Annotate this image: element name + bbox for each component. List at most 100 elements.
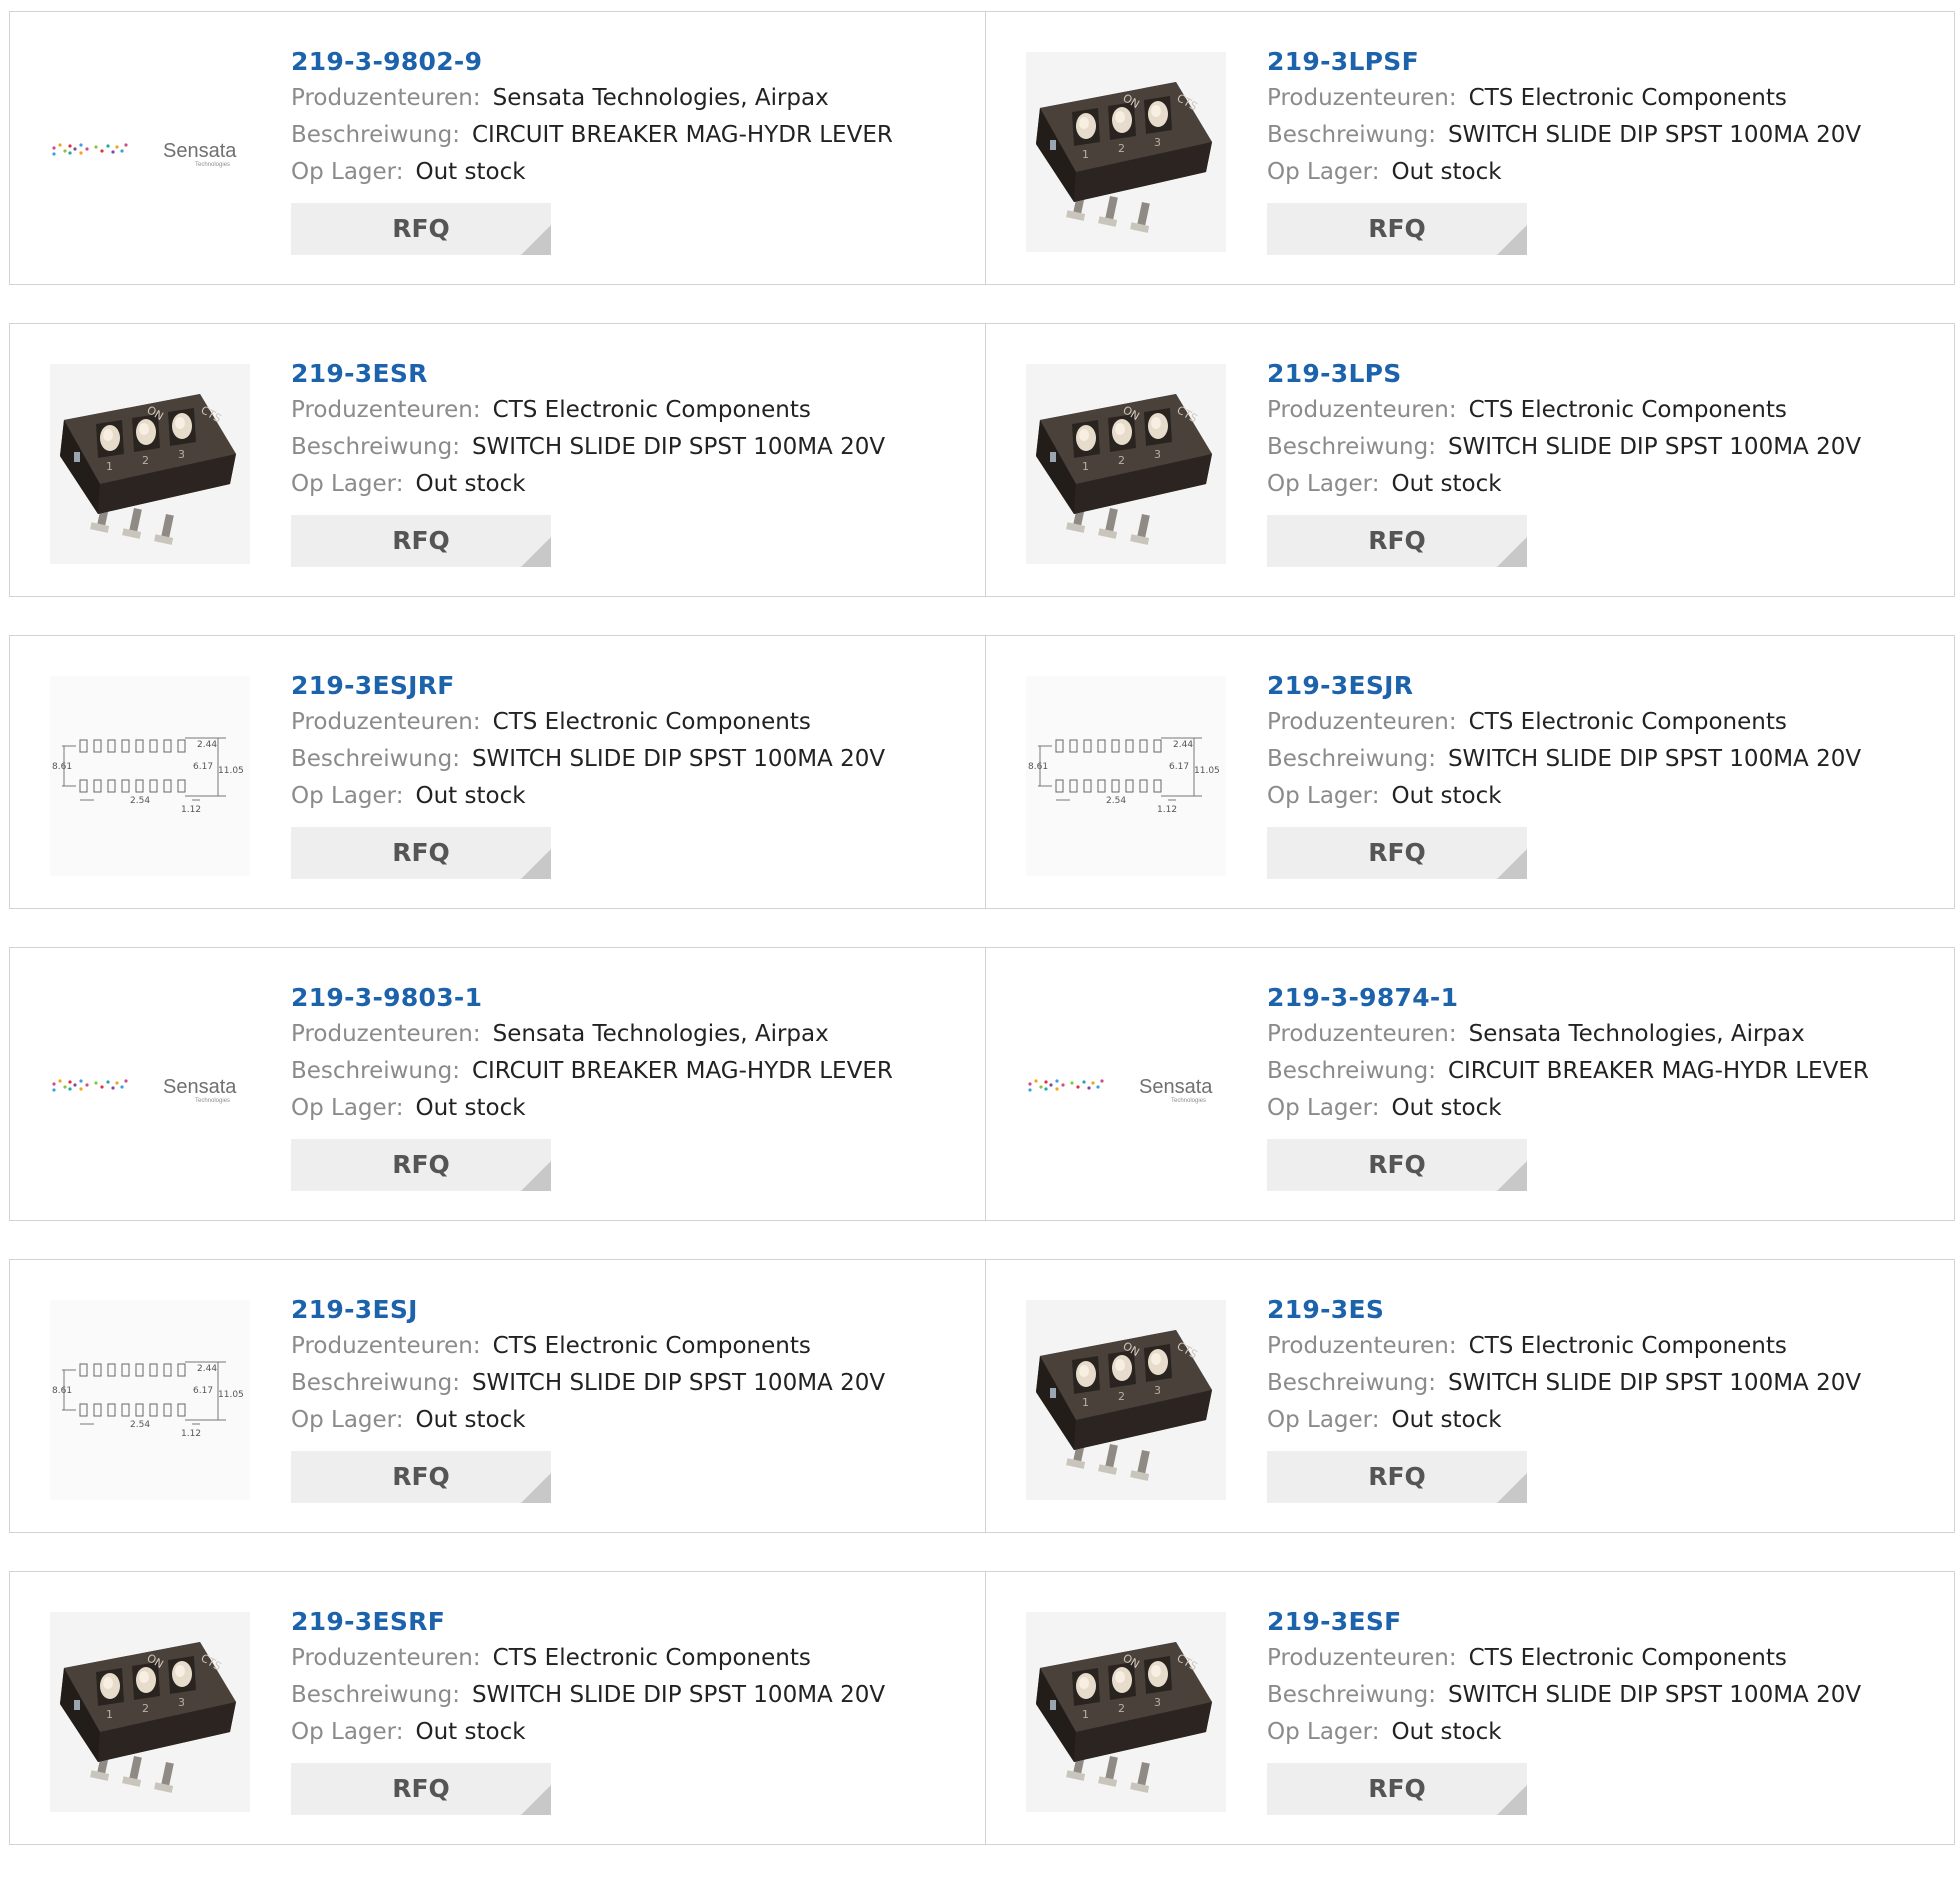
stock-value: Out stock	[1391, 1095, 1502, 1121]
description-label: Beschreiwung:	[291, 746, 460, 772]
dim-label: 1.12	[181, 1429, 201, 1439]
product-image[interactable]: 1 2 3 ON CTS	[1026, 364, 1226, 564]
product-row: Sensata Technologies 219-3-9802-9 Produz…	[9, 11, 1955, 285]
dip-switch-image: 1 2 3 ON CTS	[1026, 1612, 1226, 1812]
rfq-button[interactable]: RFQ	[291, 827, 551, 879]
part-number-link[interactable]: 219-3-9803-1	[291, 980, 893, 1016]
description-label: Beschreiwung:	[291, 1370, 460, 1396]
corner-decoration	[1497, 225, 1527, 255]
manufacturer-line: Produzenteuren: CTS Electronic Components	[1267, 1328, 1861, 1365]
description-label: Beschreiwung:	[291, 122, 460, 148]
product-card: 1 2 3 ON CTS 219-3LPS Produzenteuren: CTS…	[986, 323, 1955, 597]
part-number-link[interactable]: 219-3ES	[1267, 1292, 1861, 1328]
part-number-link[interactable]: 219-3ESJ	[291, 1292, 885, 1328]
dim-label: 11.05	[1194, 766, 1220, 776]
rfq-button[interactable]: RFQ	[1267, 203, 1527, 255]
stock-line: Op Lager: Out stock	[291, 1714, 885, 1751]
rfq-button[interactable]: RFQ	[1267, 1139, 1527, 1191]
pin1-marker	[1050, 140, 1056, 150]
manufacturer-line: Produzenteuren: CTS Electronic Components	[1267, 80, 1861, 117]
sensata-brand-text: Sensata	[163, 140, 237, 162]
manufacturer-value: CTS Electronic Components	[1468, 1645, 1787, 1671]
manufacturer-value: CTS Electronic Components	[1468, 397, 1787, 423]
rfq-button[interactable]: RFQ	[1267, 827, 1527, 879]
product-image[interactable]: Sensata Technologies	[1026, 988, 1226, 1188]
product-image[interactable]: 1 2 3 ON CTS	[1026, 1612, 1226, 1812]
rfq-button-label: RFQ	[1368, 838, 1426, 867]
rfq-button-label: RFQ	[1368, 214, 1426, 243]
part-number-link[interactable]: 219-3ESJR	[1267, 668, 1861, 704]
description-line: Beschreiwung: SWITCH SLIDE DIP SPST 100MA…	[291, 741, 885, 778]
description-line: Beschreiwung: SWITCH SLIDE DIP SPST 100MA…	[291, 1365, 885, 1402]
product-image[interactable]: 2.44 8.61 6.17 11.05 2.54 1.12	[50, 1300, 250, 1500]
rfq-button[interactable]: RFQ	[1267, 1451, 1527, 1503]
part-number-link[interactable]: 219-3ESRF	[291, 1604, 885, 1640]
part-number-link[interactable]: 219-3LPS	[1267, 356, 1861, 392]
manufacturer-value: CTS Electronic Components	[1468, 1333, 1787, 1359]
product-image[interactable]: 2.44 8.61 6.17 11.05 2.54 1.12	[50, 676, 250, 876]
rfq-button[interactable]: RFQ	[291, 203, 551, 255]
description-label: Beschreiwung:	[291, 1682, 460, 1708]
svg-text:1: 1	[1082, 460, 1089, 473]
rfq-button[interactable]: RFQ	[291, 1763, 551, 1815]
part-number-link[interactable]: 219-3ESJRF	[291, 668, 885, 704]
dim-label: 8.61	[52, 1386, 72, 1396]
stock-line: Op Lager: Out stock	[1267, 1402, 1861, 1439]
product-image[interactable]: 2.44 8.61 6.17 11.05 2.54 1.12	[1026, 676, 1226, 876]
rfq-button[interactable]: RFQ	[291, 1451, 551, 1503]
dip-switch-image: 1 2 3 ON CTS	[1026, 1300, 1226, 1500]
part-number-link[interactable]: 219-3LPSF	[1267, 44, 1861, 80]
manufacturer-value: CTS Electronic Components	[492, 1645, 811, 1671]
rfq-button[interactable]: RFQ	[291, 1139, 551, 1191]
product-row: 1 2 3 ON CTS 219-3ESR Produzenteuren: CTS…	[9, 323, 1955, 597]
svg-text:3: 3	[1154, 448, 1161, 461]
rfq-button-label: RFQ	[392, 1462, 450, 1491]
product-image[interactable]: 1 2 3 ON CTS	[1026, 1300, 1226, 1500]
description-label: Beschreiwung:	[1267, 434, 1436, 460]
product-image[interactable]: 1 2 3 ON CTS	[50, 1612, 250, 1812]
sensata-tagline-text: Technologies	[195, 1098, 230, 1104]
manufacturer-label: Produzenteuren:	[291, 709, 481, 735]
description-line: Beschreiwung: SWITCH SLIDE DIP SPST 100MA…	[1267, 117, 1861, 154]
rfq-button-label: RFQ	[392, 838, 450, 867]
product-image[interactable]: Sensata Technologies	[50, 988, 250, 1188]
rfq-button[interactable]: RFQ	[291, 515, 551, 567]
part-number-link[interactable]: 219-3ESF	[1267, 1604, 1861, 1640]
description-label: Beschreiwung:	[1267, 122, 1436, 148]
dim-label: 8.61	[52, 762, 72, 772]
stock-label: Op Lager:	[291, 159, 404, 185]
svg-text:2: 2	[1118, 142, 1125, 155]
manufacturer-line: Produzenteuren: Sensata Technologies, Air…	[291, 80, 893, 117]
corner-decoration	[1497, 1785, 1527, 1815]
stock-value: Out stock	[1391, 471, 1502, 497]
rfq-button[interactable]: RFQ	[1267, 1763, 1527, 1815]
rfq-button[interactable]: RFQ	[1267, 515, 1527, 567]
product-grid: Sensata Technologies 219-3-9802-9 Produz…	[9, 11, 1955, 1883]
product-info: 219-3ES Produzenteuren: CTS Electronic Co…	[1267, 1292, 1861, 1503]
rfq-button-label: RFQ	[392, 1150, 450, 1179]
stock-value: Out stock	[1391, 1407, 1502, 1433]
manufacturer-label: Produzenteuren:	[1267, 1021, 1457, 1047]
manufacturer-value: CTS Electronic Components	[492, 709, 811, 735]
product-card: 2.44 8.61 6.17 11.05 2.54 1.12 219-3ESJR…	[986, 635, 1955, 909]
dim-label: 6.17	[193, 1386, 213, 1396]
product-image[interactable]: 1 2 3 ON CTS	[1026, 52, 1226, 252]
stock-line: Op Lager: Out stock	[1267, 1090, 1869, 1127]
part-number-link[interactable]: 219-3-9874-1	[1267, 980, 1869, 1016]
manufacturer-line: Produzenteuren: CTS Electronic Components	[291, 1640, 885, 1677]
stock-value: Out stock	[1391, 1719, 1502, 1745]
product-image[interactable]: 1 2 3 ON CTS	[50, 364, 250, 564]
description-line: Beschreiwung: SWITCH SLIDE DIP SPST 100MA…	[1267, 429, 1861, 466]
stock-line: Op Lager: Out stock	[1267, 466, 1861, 503]
part-number-link[interactable]: 219-3-9802-9	[291, 44, 893, 80]
description-label: Beschreiwung:	[1267, 1058, 1436, 1084]
dim-label: 11.05	[218, 1390, 244, 1400]
description-line: Beschreiwung: SWITCH SLIDE DIP SPST 100MA…	[1267, 741, 1861, 778]
sensata-brand-text: Sensata	[1139, 1076, 1213, 1098]
sensata-brand-text: Sensata	[163, 1076, 237, 1098]
stock-label: Op Lager:	[291, 1719, 404, 1745]
part-number-link[interactable]: 219-3ESR	[291, 356, 885, 392]
manufacturer-label: Produzenteuren:	[1267, 1645, 1457, 1671]
stock-label: Op Lager:	[1267, 1719, 1380, 1745]
product-image[interactable]: Sensata Technologies	[50, 52, 250, 252]
